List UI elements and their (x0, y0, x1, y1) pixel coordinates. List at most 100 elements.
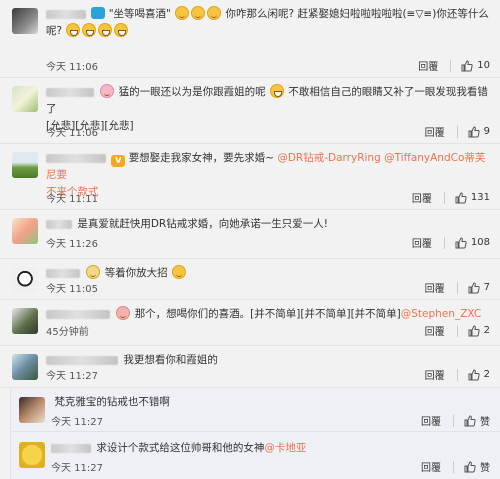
like-count: 131 (470, 192, 490, 203)
like-count: 赞 (480, 417, 490, 428)
avatar[interactable] (12, 308, 38, 334)
like-button[interactable]: 7 (468, 281, 490, 294)
thumbs-up-icon (468, 281, 480, 293)
laugh-emoji-icon (270, 84, 285, 98)
like-count: 108 (470, 237, 490, 248)
reply-button[interactable]: 回覆 (425, 367, 445, 382)
like-button[interactable]: 131 (455, 191, 490, 204)
like-count: 2 (483, 325, 490, 336)
divider (443, 191, 445, 204)
comment-text: 梵克雅宝的钻戒也不错啊 (54, 396, 170, 408)
sub-comment-item: 求设计个款式给这位帅哥和他的女神@卡地亚 今天 11:27 回覆 赞 (10, 432, 500, 479)
comment-text: 等着你放大招 (104, 267, 168, 279)
laugh-emoji-icon (82, 23, 97, 37)
reply-button[interactable]: 回覆 (412, 190, 432, 205)
comment-text: 那个，想喝你们的喜酒。[并不简单][并不简单][并不简单] (134, 308, 401, 320)
reply-button[interactable]: 回覆 (421, 413, 441, 428)
username-blurred[interactable] (46, 355, 118, 365)
comment-actions: 回覆 赞 (421, 459, 490, 474)
avatar[interactable] (12, 8, 38, 34)
comment-item: 那个，想喝你们的喜酒。[并不简单][并不简单][并不简单]@Stephen_ZX… (0, 300, 500, 346)
comment-body: 求设计个款式给这位帅哥和他的女神@卡地亚 (51, 440, 492, 457)
emoji-face-icon (86, 265, 101, 279)
thumbs-up-icon (455, 191, 467, 203)
username-blurred[interactable] (46, 153, 106, 163)
username-blurred[interactable] (46, 268, 80, 278)
thumbs-up-icon (461, 59, 473, 71)
username-blurred[interactable] (51, 443, 91, 453)
comment-actions: 回覆 9 (425, 124, 490, 139)
avatar[interactable] (12, 152, 38, 178)
divider (456, 368, 458, 381)
like-button[interactable]: 2 (468, 324, 490, 337)
comment-time: 今天 11:06 (46, 62, 98, 73)
username-blurred[interactable] (46, 87, 94, 97)
comment-body: 梵克雅宝的钻戒也不错啊 (51, 394, 492, 411)
reply-button[interactable]: 回覆 (418, 58, 438, 73)
avatar[interactable] (12, 354, 38, 380)
comment-text: 要想娶走我家女神，要先求婚~ (128, 152, 274, 164)
thumbs-up-icon (468, 324, 480, 336)
emoji-face-icon (207, 6, 222, 20)
reply-button[interactable]: 回覆 (425, 280, 445, 295)
comment-item: "坐等喝喜酒" 你咋那么闲呢? 赶紧娶媳妇啦啦啦啦啦(≡▽≡)你还等什么 呢? … (0, 0, 500, 78)
like-button[interactable]: 赞 (464, 413, 490, 428)
comment-item: 等着你放大招 今天 11:05 回覆 7 (0, 259, 500, 300)
comment-item: 猛的一眼还以为是你跟霞姐的呢 不敢相信自己的眼睛又补了一眼发现我看错了 [允悲]… (0, 78, 500, 144)
emoji-face-icon (175, 6, 190, 20)
like-button[interactable]: 9 (468, 125, 490, 138)
comment-text: 猛的一眼还以为是你跟霞姐的呢 (118, 86, 266, 98)
thumbs-up-icon (464, 414, 476, 426)
like-count: 赞 (480, 463, 490, 474)
reply-button[interactable]: 回覆 (412, 235, 432, 250)
comment-time: 今天 11:26 (46, 239, 98, 250)
reply-button[interactable]: 回覆 (425, 323, 445, 338)
like-button[interactable]: 2 (468, 368, 490, 381)
comment-item: 是真爱就赶快用DR钻戒求婚，向她承诺一生只爱一人! 今天 11:26 回覆 10… (0, 210, 500, 259)
comment-quote: "坐等喝喜酒" (108, 8, 171, 20)
avatar[interactable] (19, 397, 45, 423)
comment-list: "坐等喝喜酒" 你咋那么闲呢? 赶紧娶媳妇啦啦啦啦啦(≡▽≡)你还等什么 呢? … (0, 0, 500, 479)
avatar[interactable] (12, 267, 38, 293)
comment-time: 45分钟前 (46, 327, 89, 338)
comment-time: 今天 11:27 (46, 371, 98, 382)
mention-link[interactable]: @卡地亚 (264, 442, 306, 454)
like-count: 2 (483, 369, 490, 380)
comment-item: V 要想娶走我家女神，要先求婚~ @DR钻戒-DarryRing @Tiffan… (0, 144, 500, 210)
comment-time: 今天 11:05 (46, 284, 98, 295)
reply-button[interactable]: 回覆 (425, 124, 445, 139)
like-button[interactable]: 108 (455, 236, 490, 249)
divider (443, 236, 445, 249)
avatar[interactable] (19, 442, 45, 468)
avatar[interactable] (12, 86, 38, 112)
comment-text: 我更想看你和霞姐的 (123, 354, 218, 366)
like-count: 9 (483, 126, 490, 137)
divider (456, 281, 458, 294)
comment-actions: 回覆 7 (425, 280, 490, 295)
mention-link[interactable]: @DR钻戒-DarryRing (277, 152, 380, 164)
like-count: 10 (477, 60, 490, 71)
like-button[interactable]: 10 (461, 59, 490, 72)
laugh-emoji-icon (66, 23, 81, 37)
avatar[interactable] (12, 218, 38, 244)
divider (456, 125, 458, 138)
comment-actions: 回覆 131 (412, 190, 490, 205)
username-blurred[interactable] (46, 9, 86, 19)
reply-button[interactable]: 回覆 (421, 459, 441, 474)
emoji-face-icon (191, 6, 206, 20)
emoji-face-icon (100, 84, 115, 98)
mention-link[interactable]: @Stephen_ZXC (401, 308, 481, 320)
divider (453, 414, 454, 427)
laugh-emoji-icon (114, 23, 129, 37)
comment-body: 是真爱就赶快用DR钻戒求婚，向她承诺一生只爱一人! (46, 216, 492, 233)
like-button[interactable]: 赞 (464, 459, 490, 474)
thumbs-up-icon (455, 236, 467, 248)
comment-actions: 回覆 赞 (421, 413, 490, 428)
username-blurred[interactable] (46, 309, 110, 319)
member-badge-icon (91, 7, 106, 19)
thumbs-up-icon (464, 460, 476, 472)
comment-actions: 回覆 2 (425, 323, 490, 338)
comment-actions: 回覆 10 (418, 58, 490, 73)
username-blurred[interactable] (46, 219, 72, 229)
comment-time: 今天 11:27 (51, 463, 103, 474)
